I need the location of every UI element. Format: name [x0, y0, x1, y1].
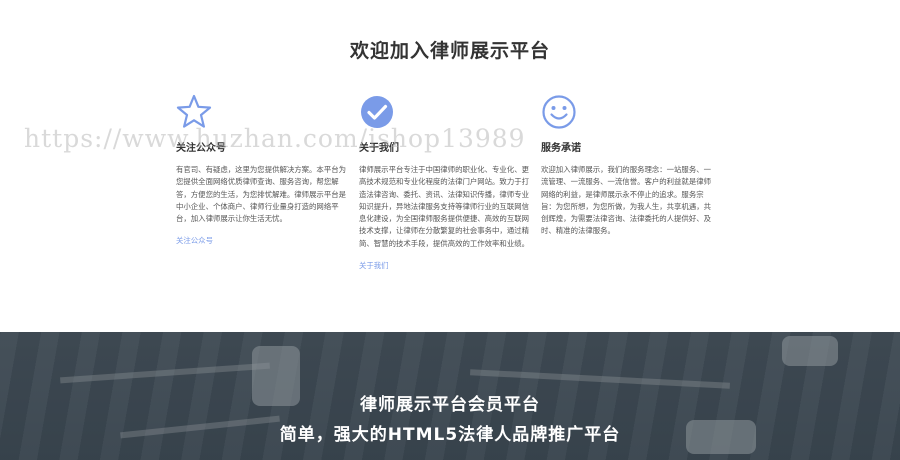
feature-text: 欢迎加入律师展示，我们的服务理念：一站服务、一流管理、一流服务、一流信誉。客户的…	[541, 165, 711, 236]
follow-wechat-link[interactable]: 关注公众号	[176, 235, 213, 246]
section-title: 欢迎加入律师展示平台	[349, 40, 550, 62]
watermark-text: https://www.huzhan.com/ishop13989	[24, 124, 526, 153]
smile-face-icon	[542, 95, 576, 129]
feature-column-about: 关于我们 律师展示平台专注于中国律师的职业化、专业化、更高技术规范和专业化程度的…	[359, 94, 529, 272]
about-us-link[interactable]: 关于我们	[359, 260, 389, 271]
features-section: 欢迎加入律师展示平台 关注公众号 有官司、有疑虑，这里为您提供解决方案。本平台为…	[0, 0, 900, 332]
feature-column-promise: 服务承诺 欢迎加入律师展示，我们的服务理念：一站服务、一流管理、一流服务、一流信…	[541, 94, 711, 238]
feature-text: 律师展示平台专注于中国律师的职业化、专业化、更高技术规范和专业化程度的法律门户网…	[359, 165, 529, 248]
banner-subtitle: 简单，强大的HTML5法律人品牌推广平台	[279, 425, 621, 445]
feature-column-wechat: 关注公众号 有官司、有疑虑，这里为您提供解决方案。本平台为您提供全面网络优质律师…	[176, 94, 346, 247]
feature-title: 服务承诺	[541, 143, 581, 154]
banner-title: 律师展示平台会员平台	[360, 395, 540, 415]
feature-text: 有官司、有疑虑，这里为您提供解决方案。本平台为您提供全面网络优质律师查询、服务咨…	[176, 165, 346, 224]
hero-banner: 律师展示平台会员平台 简单，强大的HTML5法律人品牌推广平台	[0, 332, 900, 460]
